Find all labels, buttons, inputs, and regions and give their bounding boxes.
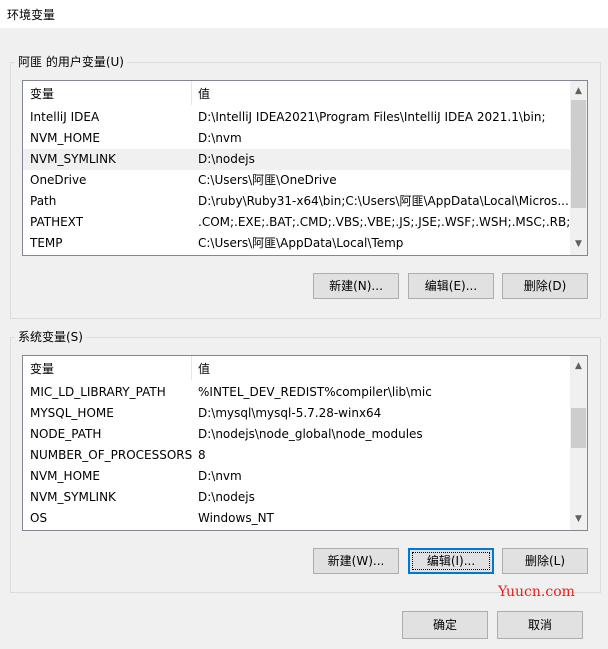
variable-value: %INTEL_DEV_REDIST%compiler\lib\mic <box>198 385 432 399</box>
table-row[interactable]: NVM_SYMLINK D:\nodejs <box>23 149 570 170</box>
variable-value: D:\ruby\Ruby31-x64\bin;C:\Users\阿匪\AppDa… <box>198 194 569 208</box>
user-list-scrollbar[interactable]: ▲ ▼ <box>570 81 587 255</box>
variable-name: OneDrive <box>30 173 87 187</box>
variable-value: D:\IntelliJ IDEA2021\Program Files\Intel… <box>198 110 546 124</box>
variable-name: NVM_HOME <box>30 131 100 145</box>
variable-value: D:\nodejs\node_global\node_modules <box>198 427 423 441</box>
variable-value: D:\mysql\mysql-5.7.28-winx64 <box>198 406 382 420</box>
table-row[interactable]: NVM_HOME D:\nvm <box>23 128 570 149</box>
table-row[interactable]: NUMBER_OF_PROCESSORS 8 <box>23 445 570 466</box>
variable-name: NVM_SYMLINK <box>30 490 116 504</box>
watermark: Yuucn.com <box>498 584 575 600</box>
variable-name: TEMP <box>30 236 63 250</box>
table-row[interactable]: Path D:\ruby\Ruby31-x64\bin;C:\Users\阿匪\A… <box>23 191 570 212</box>
column-header-value[interactable]: 值 <box>198 85 210 102</box>
variable-value: D:\nodejs <box>198 152 255 166</box>
variable-value: D:\nodejs <box>198 490 255 504</box>
user-variables-list[interactable]: 变量 值 IntelliJ IDEA D:\IntelliJ IDEA2021\P… <box>22 80 588 256</box>
system-variables-legend: 系统变量(S) <box>15 330 86 344</box>
table-row[interactable]: TEMP C:\Users\阿匪\AppData\Local\Temp <box>23 233 570 254</box>
table-row[interactable]: MIC_LD_LIBRARY_PATH %INTEL_DEV_REDIST%com… <box>23 382 570 403</box>
table-row[interactable]: NVM_HOME D:\nvm <box>23 466 570 487</box>
table-row[interactable]: IntelliJ IDEA D:\IntelliJ IDEA2021\Progra… <box>23 107 570 128</box>
user-new-button[interactable]: 新建(N)... <box>313 273 399 299</box>
variable-name: NODE_PATH <box>30 427 102 441</box>
user-delete-button[interactable]: 删除(D) <box>502 273 588 299</box>
scroll-down-icon[interactable]: ▼ <box>570 511 587 528</box>
table-row[interactable]: OneDrive C:\Users\阿匪\OneDrive <box>23 170 570 191</box>
variable-name: IntelliJ IDEA <box>30 110 100 124</box>
user-variables-legend: 阿匪 的用户变量(U) <box>15 55 127 69</box>
system-new-button[interactable]: 新建(W)... <box>313 548 399 574</box>
scrollbar-thumb[interactable] <box>571 100 586 208</box>
variable-name: MYSQL_HOME <box>30 406 114 420</box>
variable-value: 8 <box>198 448 206 462</box>
variable-value: D:\nvm <box>198 469 242 483</box>
title-bar: 环境变量 <box>0 0 608 28</box>
column-header-variable[interactable]: 变量 <box>30 360 54 377</box>
variable-value: C:\Users\阿匪\OneDrive <box>198 173 337 187</box>
variable-value: .COM;.EXE;.BAT;.CMD;.VBS;.VBE;.JS;.JSE;.… <box>198 215 586 229</box>
scrollbar-thumb[interactable] <box>571 408 586 448</box>
variable-name: OS <box>30 511 48 525</box>
variable-value: D:\nvm <box>198 131 242 145</box>
table-row[interactable]: MYSQL_HOME D:\mysql\mysql-5.7.28-winx64 <box>23 403 570 424</box>
window-title: 环境变量 <box>7 8 56 22</box>
system-list-scrollbar[interactable]: ▲ ▼ <box>570 356 587 530</box>
system-delete-button[interactable]: 删除(L) <box>502 548 588 574</box>
scroll-up-icon[interactable]: ▲ <box>570 358 587 375</box>
column-header-variable[interactable]: 变量 <box>30 85 54 102</box>
table-row[interactable]: NVM_SYMLINK D:\nodejs <box>23 487 570 508</box>
user-edit-button[interactable]: 编辑(E)... <box>408 273 494 299</box>
table-row[interactable]: NODE_PATH D:\nodejs\node_global\node_modu… <box>23 424 570 445</box>
user-variables-header: 变量 值 <box>23 81 570 105</box>
ok-button[interactable]: 确定 <box>402 611 488 639</box>
scroll-up-icon[interactable]: ▲ <box>570 83 587 100</box>
column-header-value[interactable]: 值 <box>198 360 210 377</box>
variable-value: C:\Users\阿匪\AppData\Local\Temp <box>198 236 404 250</box>
table-row[interactable]: OS Windows_NT <box>23 508 570 529</box>
system-edit-button[interactable]: 编辑(I)... <box>408 548 494 574</box>
column-separator[interactable] <box>191 81 192 105</box>
column-separator[interactable] <box>191 356 192 380</box>
variable-name: NVM_SYMLINK <box>30 152 116 166</box>
cancel-button[interactable]: 取消 <box>497 611 583 639</box>
variable-value: Windows_NT <box>198 511 274 525</box>
scroll-down-icon[interactable]: ▼ <box>570 236 587 253</box>
variable-name: PATHEXT <box>30 215 84 229</box>
system-variables-list[interactable]: 变量 值 MIC_LD_LIBRARY_PATH %INTEL_DEV_REDIS… <box>22 355 588 531</box>
variable-name: Path <box>30 194 57 208</box>
variable-name: NVM_HOME <box>30 469 100 483</box>
variable-name: MIC_LD_LIBRARY_PATH <box>30 385 166 399</box>
system-variables-header: 变量 值 <box>23 356 570 380</box>
table-row[interactable]: PATHEXT .COM;.EXE;.BAT;.CMD;.VBS;.VBE;.JS… <box>23 212 586 233</box>
variable-name: NUMBER_OF_PROCESSORS <box>30 448 193 462</box>
